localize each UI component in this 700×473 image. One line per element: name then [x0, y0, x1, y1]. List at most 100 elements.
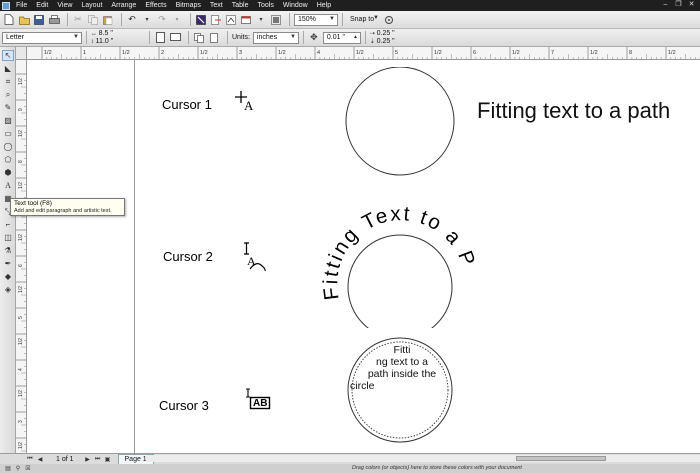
- path-circle[interactable]: [347, 234, 453, 328]
- fill-tool-icon[interactable]: ◆: [2, 271, 14, 282]
- horizontal-scrollbar[interactable]: [146, 455, 700, 462]
- menu-layout[interactable]: Layout: [81, 2, 102, 9]
- toolbar-separator: [342, 13, 343, 26]
- welcome-screen-icon[interactable]: [270, 14, 282, 26]
- page-width-field[interactable]: ↔ 8.5 ": [91, 30, 145, 38]
- eyedropper-tool-icon[interactable]: ⚗: [2, 245, 14, 256]
- app-icon[interactable]: [2, 1, 10, 10]
- export-icon[interactable]: [210, 14, 222, 26]
- portrait-icon[interactable]: [154, 32, 166, 44]
- document-palette-icon[interactable]: ▤: [4, 465, 12, 473]
- ruler-label: 3: [239, 50, 242, 56]
- undo-dropdown-icon[interactable]: ▾: [141, 14, 153, 26]
- zoom-levels-combo[interactable]: 150% ▼: [294, 13, 338, 26]
- menu-window[interactable]: Window: [283, 2, 308, 9]
- crop-tool-icon[interactable]: ⌗: [2, 76, 14, 87]
- new-doc-icon[interactable]: [3, 14, 15, 26]
- snap-to-combo[interactable]: Snap to ▼: [347, 14, 381, 26]
- all-pages-icon[interactable]: [193, 32, 205, 44]
- import-icon[interactable]: [195, 14, 207, 26]
- color-palette-hint: Drag colors (or objects) here to store t…: [352, 465, 522, 471]
- rectangle-tool-icon[interactable]: ▭: [2, 128, 14, 139]
- ruler-label: 1/2: [18, 338, 24, 345]
- chevron-down-icon[interactable]: ▼: [373, 15, 379, 21]
- open-icon[interactable]: [18, 14, 30, 26]
- chevron-down-icon[interactable]: ▼: [329, 16, 335, 22]
- redo-dropdown-icon[interactable]: ▾: [171, 14, 183, 26]
- paste-icon[interactable]: [102, 14, 114, 26]
- toolbar-separator: [302, 31, 304, 44]
- redo-icon[interactable]: ↷: [156, 14, 168, 26]
- path-text[interactable]: Fitting Text to a Path: [310, 178, 480, 301]
- menu-table[interactable]: Table: [232, 2, 249, 9]
- blend-tool-icon[interactable]: ◫: [2, 232, 14, 243]
- shape-tool-icon[interactable]: ◣: [2, 63, 14, 74]
- undo-icon[interactable]: ↶: [126, 14, 138, 26]
- menu-effects[interactable]: Effects: [145, 2, 166, 9]
- options-icon[interactable]: [383, 14, 395, 26]
- tooltip-title: Text tool (F8): [14, 200, 52, 207]
- connector-tool-icon[interactable]: ⌐: [2, 219, 14, 230]
- next-page-icon[interactable]: ▶: [84, 455, 92, 463]
- menu-file[interactable]: File: [16, 2, 27, 9]
- page-size-combo[interactable]: Letter ▼: [2, 31, 82, 44]
- interactive-fill-icon[interactable]: ◈: [2, 284, 14, 295]
- fitted-paragraph-text[interactable]: Fitti ng text to a path inside the circl…: [349, 344, 455, 392]
- cut-icon[interactable]: ✂: [72, 14, 84, 26]
- smart-fill-icon[interactable]: ▨: [2, 115, 14, 126]
- duplicate-x-field[interactable]: ⇢ 0.25 ": [370, 30, 420, 38]
- last-page-icon[interactable]: ⏭: [94, 455, 102, 463]
- first-page-icon[interactable]: ⏮: [26, 455, 34, 463]
- application-launcher-icon[interactable]: [240, 14, 252, 26]
- print-icon[interactable]: [48, 14, 60, 26]
- duplicate-y-field[interactable]: ⇣ 0.25 ": [370, 38, 420, 46]
- zoom-tool-icon[interactable]: ⌕: [2, 89, 14, 100]
- menu-edit[interactable]: Edit: [36, 2, 48, 9]
- spinner-icon[interactable]: ▲: [353, 34, 358, 40]
- menu-tools[interactable]: Tools: [257, 2, 273, 9]
- pick-tool-icon[interactable]: ↖: [2, 50, 14, 61]
- units-label: Units:: [232, 34, 250, 41]
- menu-arrange[interactable]: Arrange: [111, 2, 136, 9]
- menu-text[interactable]: Text: [210, 2, 223, 9]
- copy-icon[interactable]: [87, 14, 99, 26]
- chevron-down-icon[interactable]: ▼: [73, 34, 79, 40]
- offset-x-icon: ⇢: [369, 30, 377, 37]
- chevron-down-icon[interactable]: ▼: [290, 34, 296, 40]
- scrollbar-thumb[interactable]: [516, 456, 606, 461]
- tooltip-body: Add and edit paragraph and artistic text…: [14, 208, 112, 214]
- ellipse-tool-icon[interactable]: ◯: [2, 141, 14, 152]
- close-icon[interactable]: ✕: [687, 1, 696, 9]
- vertical-ruler[interactable]: 1/291/281/271/261/251/241/231/2: [16, 60, 27, 453]
- outline-tool-icon[interactable]: ✒: [2, 258, 14, 269]
- menu-bitmaps[interactable]: Bitmaps: [176, 2, 201, 9]
- publish-pdf-icon[interactable]: [225, 14, 237, 26]
- eyedropper-icon[interactable]: ⚲: [14, 465, 22, 473]
- plain-circle[interactable]: [344, 67, 456, 179]
- menu-view[interactable]: View: [57, 2, 72, 9]
- landscape-icon[interactable]: [169, 32, 181, 44]
- nudge-distance-field[interactable]: 0.01 " ▲: [322, 31, 361, 44]
- page-height-field[interactable]: ↕ 11.0 ": [91, 38, 145, 46]
- property-bar: Letter ▼ ↔ 8.5 " ↕ 11.0 " Units: inches …: [0, 29, 700, 47]
- polygon-tool-icon[interactable]: ⬠: [2, 154, 14, 165]
- units-combo[interactable]: inches ▼: [252, 31, 299, 44]
- ruler-label: 1/2: [668, 50, 676, 56]
- text-tool-icon[interactable]: A: [2, 180, 14, 191]
- minimize-icon[interactable]: –: [661, 1, 670, 9]
- menu-help[interactable]: Help: [317, 2, 331, 9]
- no-color-swatch-icon[interactable]: ☒: [24, 465, 32, 473]
- page-count: 1 of 1: [56, 455, 74, 463]
- save-icon[interactable]: [33, 14, 45, 26]
- ruler-origin[interactable]: [16, 47, 27, 60]
- text-on-path-group[interactable]: Fitting Text to a Path: [310, 178, 490, 328]
- previous-page-icon[interactable]: ◀: [36, 455, 44, 463]
- horizontal-ruler[interactable]: 1/2 1 1/2 2 1/2 3 1/2 4 1/2 5 1/2 6 1/2 7 1/2 8 1/2: [16, 47, 700, 60]
- add-page-icon[interactable]: ▣: [104, 455, 112, 463]
- restore-icon[interactable]: ❐: [674, 1, 683, 9]
- current-page-icon[interactable]: [208, 32, 220, 44]
- launcher-dropdown-icon[interactable]: ▾: [255, 14, 267, 26]
- freehand-tool-icon[interactable]: ✎: [2, 102, 14, 113]
- basic-shapes-icon[interactable]: ⬢: [2, 167, 14, 178]
- ruler-label: 1/2: [18, 130, 24, 137]
